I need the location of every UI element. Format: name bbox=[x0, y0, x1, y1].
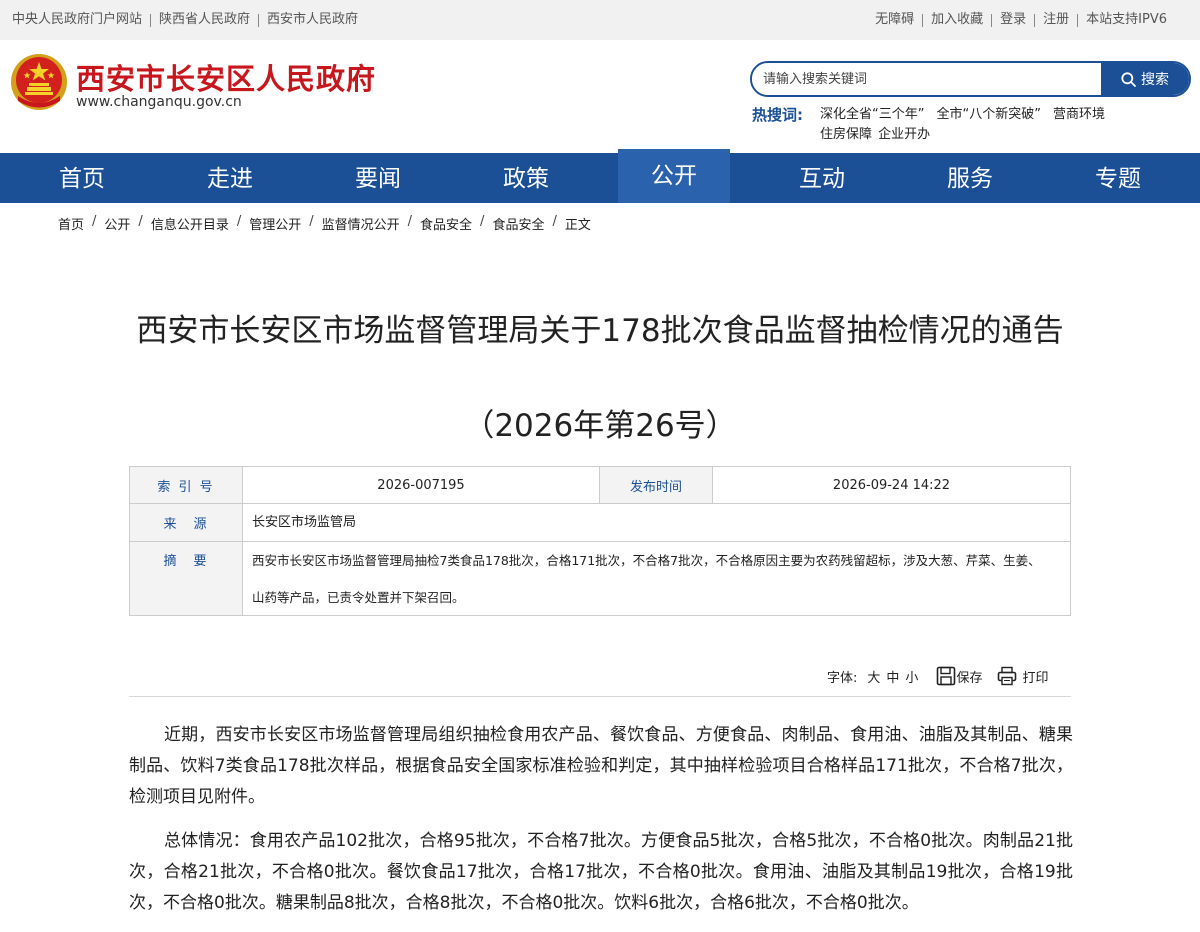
divider bbox=[129, 696, 1071, 697]
breadcrumb-item[interactable]: 食品安全 bbox=[420, 214, 472, 233]
index-label: 索 引 号 bbox=[130, 467, 243, 503]
print-label: 打印 bbox=[1022, 670, 1049, 686]
print-icon bbox=[998, 666, 1017, 686]
add-favorite-link[interactable]: 加入收藏 bbox=[931, 12, 983, 28]
link-shaanxi-gov[interactable]: 陕西省人民政府 bbox=[159, 12, 250, 28]
font-size-medium[interactable]: 中 bbox=[886, 667, 899, 686]
national-emblem-icon[interactable] bbox=[10, 52, 68, 112]
hot-search-label: 热搜词: bbox=[752, 106, 803, 124]
ipv6-link[interactable]: 本站支持IPV6 bbox=[1086, 12, 1167, 28]
save-icon bbox=[937, 666, 956, 686]
source-value: 长安区市场监管局 bbox=[252, 515, 357, 530]
breadcrumb-item[interactable]: 食品安全 bbox=[492, 214, 544, 233]
hot-search-item[interactable]: 全市“八个新突破” bbox=[936, 107, 1040, 122]
breadcrumb-item[interactable]: 公开 bbox=[104, 214, 130, 233]
breadcrumb-item[interactable]: 首页 bbox=[58, 214, 84, 233]
breadcrumb-current: 正文 bbox=[564, 218, 591, 233]
link-xian-gov[interactable]: 西安市人民政府 bbox=[267, 12, 358, 28]
date-label: 发布时间 bbox=[600, 467, 713, 503]
summary-value: 西安市长安区市场监督管理局抽检7类食品178批次，合格171批次，不合格7批次，… bbox=[252, 553, 1041, 605]
paragraph: 总体情况：食用农产品102批次，合格95批次，不合格7批次。方便食品5批次，合格… bbox=[129, 831, 1073, 913]
divider bbox=[991, 14, 993, 27]
nav-item-disclosure[interactable]: 公开 bbox=[618, 149, 730, 203]
top-bar: 中央人民政府门户网站 陕西省人民政府 西安市人民政府 无障碍 加入收藏 登录 注… bbox=[0, 0, 1200, 40]
date-value: 2026-09-24 14:22 bbox=[832, 478, 951, 493]
hot-search-item[interactable]: 深化全省“三个年” bbox=[820, 107, 924, 122]
hot-search-items: 深化全省“三个年” 全市“八个新突破” 营商环境 住房保障 企业开办 bbox=[820, 105, 1160, 145]
breadcrumb: 首页 / 公开 / 信息公开目录 / 管理公开 / 监督情况公开 / 食品安全 / 食品安全… bbox=[58, 214, 591, 233]
breadcrumb-item[interactable]: 管理公开 bbox=[249, 214, 301, 233]
paragraph: 近期，西安市长安区市场监督管理局组织抽检食用农产品、餐饮食品、方便食品、肉制品、… bbox=[129, 725, 1073, 807]
search-button-label: 搜索 bbox=[1141, 72, 1169, 88]
meta-row: 来 源 长安区市场监管局 bbox=[130, 504, 1070, 542]
search-icon bbox=[1121, 71, 1136, 87]
article-body: 近期，西安市长安区市场监督管理局组织抽检食用农产品、餐饮食品、方便食品、肉制品、… bbox=[129, 720, 1073, 932]
font-size-small[interactable]: 小 bbox=[905, 667, 918, 686]
hot-search-item[interactable]: 住房保障 bbox=[820, 127, 872, 142]
main-nav: 首页 走进 要闻 政策 公开 互动 服务 专题 bbox=[0, 149, 1200, 203]
nav-item-news[interactable]: 要闻 bbox=[322, 153, 434, 203]
divider bbox=[258, 14, 260, 27]
article-meta-table: 索 引 号 2026-007195 发布时间 2026-09-24 14:22 … bbox=[129, 466, 1071, 616]
nav-item-home[interactable]: 首页 bbox=[26, 153, 138, 203]
index-value: 2026-007195 bbox=[243, 467, 600, 503]
divider bbox=[922, 14, 924, 27]
nav-item-service[interactable]: 服务 bbox=[914, 153, 1026, 203]
font-size-label: 字体: bbox=[827, 670, 858, 686]
accessibility-link[interactable]: 无障碍 bbox=[875, 12, 914, 28]
breadcrumb-item[interactable]: 信息公开目录 bbox=[151, 214, 229, 233]
divider bbox=[150, 14, 152, 27]
save-button[interactable]: 保存 bbox=[936, 666, 982, 686]
divider bbox=[1077, 14, 1079, 27]
nav-item-topics[interactable]: 专题 bbox=[1062, 153, 1174, 203]
top-left-links: 中央人民政府门户网站 陕西省人民政府 西安市人民政府 bbox=[12, 12, 358, 28]
site-title[interactable]: 西安市长安区人民政府 bbox=[76, 56, 376, 98]
article-tools: 字体: 大 中 小 保存 打印 bbox=[827, 666, 1048, 686]
meta-row: 摘 要 西安市长安区市场监督管理局抽检7类食品178批次，合格171批次，不合格… bbox=[130, 542, 1070, 615]
nav-item-about[interactable]: 走进 bbox=[174, 153, 286, 203]
top-right-links: 无障碍 加入收藏 登录 注册 本站支持IPV6 bbox=[875, 12, 1167, 28]
site-url: www.changanqu.gov.cn bbox=[76, 94, 242, 110]
search-input[interactable] bbox=[752, 63, 1101, 95]
nav-item-policy[interactable]: 政策 bbox=[470, 153, 582, 203]
search-box: 搜索 bbox=[750, 61, 1191, 97]
breadcrumb-item[interactable]: 监督情况公开 bbox=[322, 214, 400, 233]
divider bbox=[1034, 14, 1036, 27]
link-central-gov[interactable]: 中央人民政府门户网站 bbox=[12, 12, 142, 28]
hot-search-item[interactable]: 企业开办 bbox=[878, 127, 930, 142]
search-button[interactable]: 搜索 bbox=[1101, 63, 1189, 95]
register-link[interactable]: 注册 bbox=[1043, 12, 1069, 28]
article-subtitle: （2026年第26号） bbox=[463, 408, 737, 444]
source-label: 来 源 bbox=[130, 504, 243, 541]
hot-search-item[interactable]: 营商环境 bbox=[1053, 107, 1105, 122]
print-button[interactable]: 打印 bbox=[997, 666, 1048, 686]
meta-row: 索 引 号 2026-007195 发布时间 2026-09-24 14:22 bbox=[130, 467, 1070, 504]
nav-item-interaction[interactable]: 互动 bbox=[766, 153, 878, 203]
save-label: 保存 bbox=[956, 670, 983, 686]
login-link[interactable]: 登录 bbox=[1000, 12, 1026, 28]
summary-label: 摘 要 bbox=[130, 542, 243, 615]
font-size-large[interactable]: 大 bbox=[867, 667, 880, 686]
article-title: 西安市长安区市场监督管理局关于178批次食品监督抽检情况的通告 bbox=[136, 313, 1064, 349]
